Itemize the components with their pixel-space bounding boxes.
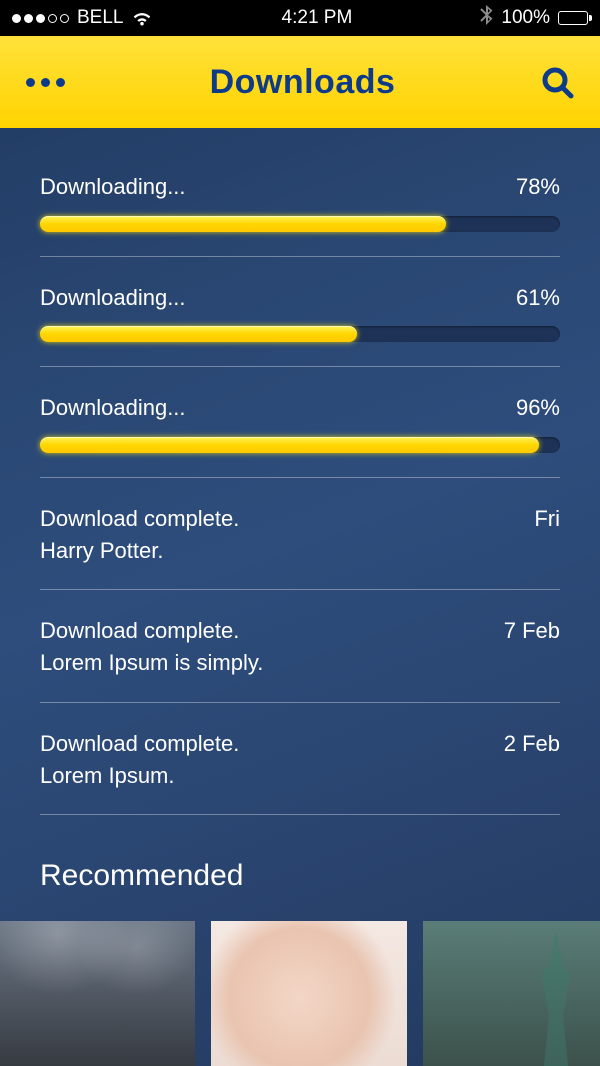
recommended-poster[interactable]: INCEPTION	[0, 921, 195, 1066]
download-row[interactable]: Download complete. Lorem Ipsum. 2 Feb	[40, 703, 560, 815]
download-title: Lorem Ipsum is simply.	[40, 648, 263, 678]
download-percent-label: 61%	[516, 283, 560, 313]
navbar: Downloads	[0, 36, 600, 128]
recommended-heading: Recommended	[40, 859, 560, 893]
download-row[interactable]: Downloading... 78%	[40, 128, 560, 257]
battery-percent-label: 100%	[501, 7, 550, 29]
download-title: Harry Potter.	[40, 536, 239, 566]
download-percent-label: 78%	[516, 172, 560, 202]
download-status-label: Downloading...	[40, 393, 186, 423]
recommended-carousel[interactable]: INCEPTION P.S. I Love You Cloverfield	[0, 921, 600, 1066]
page-title: Downloads	[210, 63, 396, 102]
progress-bar	[40, 437, 560, 453]
status-bar-left: BELL	[12, 7, 153, 29]
progress-bar	[40, 216, 560, 232]
download-status-label: Download complete.	[40, 729, 239, 759]
download-row[interactable]: Download complete. Harry Potter. Fri	[40, 478, 560, 590]
battery-icon	[558, 11, 588, 25]
progress-fill	[40, 216, 446, 232]
download-percent-label: 96%	[516, 393, 560, 423]
download-row[interactable]: Download complete. Lorem Ipsum is simply…	[40, 590, 560, 702]
bluetooth-icon	[480, 5, 493, 31]
search-button[interactable]	[540, 65, 574, 99]
progress-fill	[40, 326, 357, 342]
carrier-label: BELL	[77, 7, 123, 29]
progress-fill	[40, 437, 539, 453]
download-status-label: Download complete.	[40, 504, 239, 534]
download-row[interactable]: Downloading... 61%	[40, 257, 560, 368]
download-title: Lorem Ipsum.	[40, 761, 239, 791]
download-status-label: Download complete.	[40, 616, 263, 646]
wifi-icon	[131, 10, 153, 26]
download-date-label: Fri	[534, 504, 560, 534]
download-date-label: 7 Feb	[504, 616, 560, 646]
status-bar-time: 4:21 PM	[282, 7, 353, 29]
progress-bar	[40, 326, 560, 342]
download-row[interactable]: Downloading... 96%	[40, 367, 560, 478]
recommended-poster[interactable]: Cloverfield	[423, 921, 600, 1066]
poster-title: P.S. I Love You	[211, 1057, 407, 1066]
download-date-label: 2 Feb	[504, 729, 560, 759]
recommended-poster[interactable]: P.S. I Love You	[211, 921, 407, 1066]
signal-strength-icon	[12, 14, 69, 23]
download-status-label: Downloading...	[40, 283, 186, 313]
search-icon	[540, 65, 574, 99]
status-bar: BELL 4:21 PM 100%	[0, 0, 600, 36]
more-button[interactable]	[26, 78, 65, 87]
download-status-label: Downloading...	[40, 172, 186, 202]
downloads-list: Downloading... 78% Downloading... 61% Do…	[0, 128, 600, 1066]
status-bar-right: 100%	[480, 5, 588, 31]
